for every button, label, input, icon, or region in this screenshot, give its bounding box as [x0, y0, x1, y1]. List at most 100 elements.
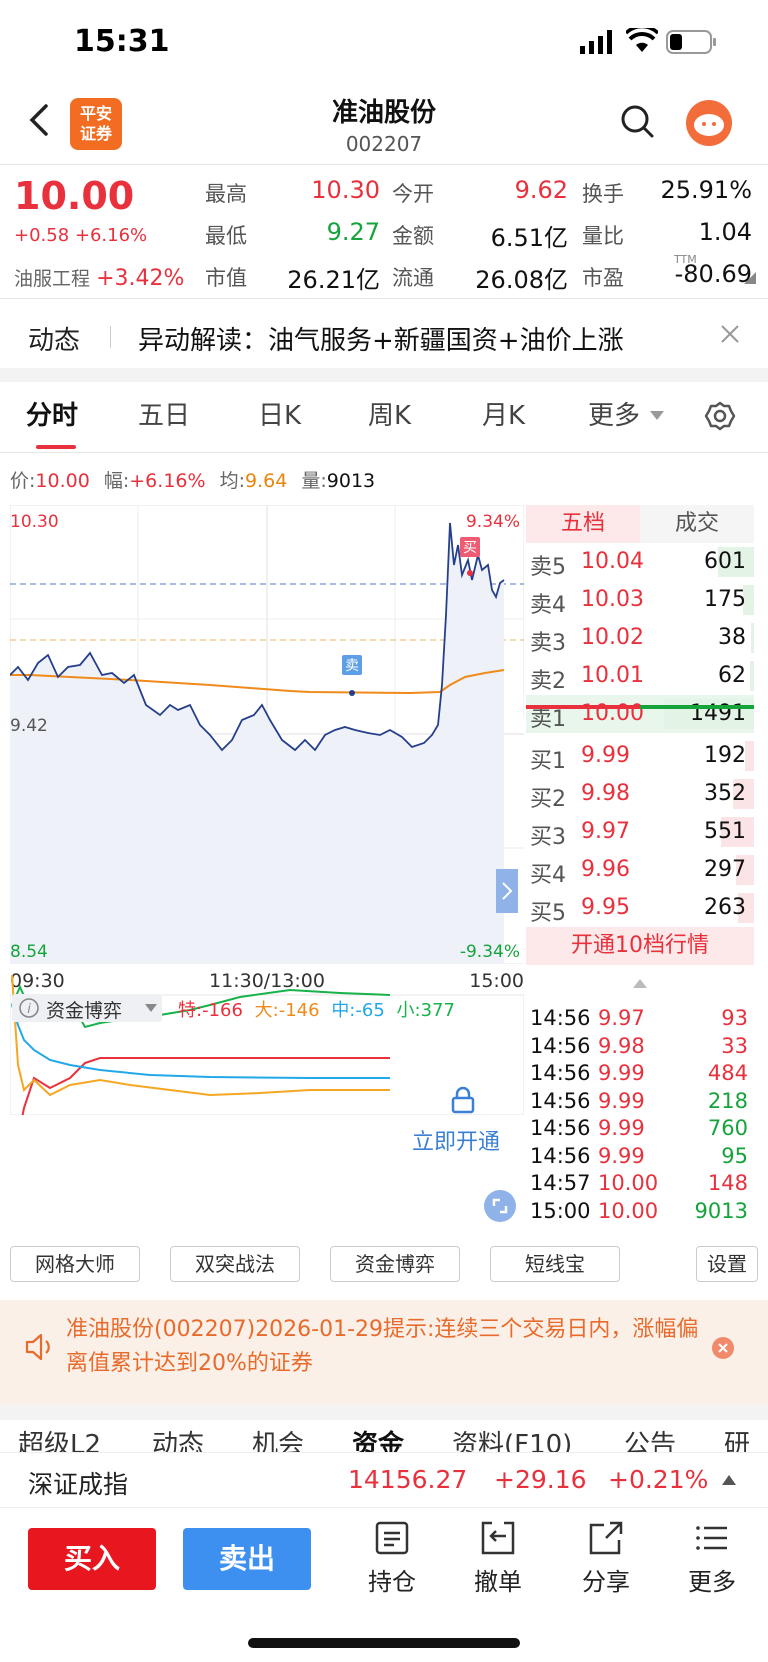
expand-up-icon[interactable]: [722, 1475, 736, 1485]
trade-tick-row: 14:56 9.99 218: [526, 1089, 754, 1118]
ask-bid-divider-red: [526, 705, 640, 709]
trade-tick-row: 14:56 9.97 93: [526, 1006, 754, 1035]
ask-row[interactable]: 卖3 10.02 38: [526, 619, 754, 657]
more-button[interactable]: 更多: [672, 1520, 752, 1597]
news-text: 异动解读：油气服务+新疆国资+油价上涨: [138, 326, 624, 356]
sell-button[interactable]: 卖出: [183, 1528, 311, 1590]
chart-mid-label: 9.42: [10, 716, 48, 736]
industry-row[interactable]: 油服工程 +3.42%: [14, 264, 184, 291]
assistant-avatar[interactable]: [686, 100, 732, 146]
kline-tab-3[interactable]: 周K: [368, 395, 411, 432]
sell-marker-label: 卖: [345, 658, 359, 674]
volume-bar: [750, 661, 754, 691]
settings-gear-icon[interactable]: [704, 400, 736, 432]
tick-price: 9.97: [598, 1006, 645, 1030]
collapse-up-icon[interactable]: [633, 979, 647, 989]
tool-button-1[interactable]: 双突战法: [170, 1246, 300, 1282]
share-icon: [589, 1521, 623, 1555]
search-icon[interactable]: [620, 104, 654, 138]
legend-te: 特:-166: [178, 1000, 243, 1021]
trade-tick-row: 14:56 9.98 33: [526, 1034, 754, 1063]
fund-game-selector[interactable]: i 资金博弈: [12, 994, 162, 1022]
stock-code: 002207: [345, 132, 423, 156]
tool-button-0[interactable]: 网格大师: [10, 1246, 140, 1282]
back-icon[interactable]: [20, 100, 60, 140]
share-button[interactable]: 分享: [566, 1520, 646, 1597]
time-end: 15:00: [469, 970, 524, 992]
kline-tab-2[interactable]: 日K: [258, 395, 301, 432]
tool-button-4[interactable]: 设置: [696, 1246, 758, 1282]
cancel-order-button[interactable]: 撤单: [458, 1520, 538, 1597]
fullscreen-icon[interactable]: [484, 1190, 516, 1222]
bid-row[interactable]: 买1 9.99 192: [526, 737, 754, 775]
price-change: +0.58 +6.16%: [14, 225, 148, 246]
quote-label: 市盈: [582, 266, 624, 290]
tab-trades[interactable]: 成交: [640, 505, 754, 543]
unlock-button[interactable]: 立即开通: [412, 1124, 500, 1156]
tick-volume: 93: [721, 1006, 748, 1030]
fund-game-legend: 特:-166 大:-146 中:-65 小:377: [178, 996, 455, 1022]
kline-tab-4[interactable]: 月K: [482, 395, 525, 432]
tick-time: 14:56: [530, 1088, 591, 1113]
tab-five-levels[interactable]: 五档: [526, 505, 640, 543]
index-bar[interactable]: 深证成指 14156.27 +29.16 +0.21%: [0, 1452, 768, 1508]
order-vol: 263: [704, 895, 746, 920]
ask-row[interactable]: 卖5 10.04 601: [526, 543, 754, 581]
kline-tab-0[interactable]: 分时: [26, 395, 78, 432]
volume-bar: [751, 623, 754, 653]
tick-volume: 9013: [694, 1198, 748, 1223]
order-price: 9.97: [581, 819, 630, 844]
index-value: 14156.27: [348, 1465, 468, 1494]
quote-label: 今开: [392, 182, 434, 206]
volume-bar: [745, 741, 754, 771]
tick-volume: 218: [707, 1088, 748, 1113]
info-avg: 9.64: [245, 470, 288, 492]
news-bar[interactable]: 动态 异动解读：油气服务+新疆国资+油价上涨: [0, 300, 768, 368]
tick-time: 14:56: [530, 1061, 591, 1085]
speaker-icon: [25, 1333, 50, 1361]
quote-label: 金额: [392, 224, 434, 248]
kline-tab-1[interactable]: 五日: [138, 395, 190, 432]
intraday-chart[interactable]: 买 卖 10.30 9.42 8.54 9.34% -9.34% 09:30 1…: [10, 505, 524, 1115]
bid-row[interactable]: 买3 9.97 551: [526, 813, 754, 851]
quote-value: 25.91%: [660, 176, 752, 204]
order-price: 9.95: [581, 895, 630, 920]
hold-button[interactable]: 持仓: [352, 1520, 432, 1597]
industry-name: 油服工程: [14, 268, 91, 290]
tool-button-2[interactable]: 资金博弈: [330, 1246, 460, 1282]
battery-icon: [666, 30, 716, 54]
order-vol: 62: [718, 663, 746, 688]
logo-line2: 证券: [79, 124, 112, 143]
chart-high-pct: 9.34%: [466, 512, 520, 532]
corner-triangle-icon: [744, 272, 756, 284]
tool-button-3[interactable]: 短线宝: [490, 1246, 620, 1282]
dropdown-icon: [145, 1004, 157, 1012]
tick-volume: 148: [707, 1171, 748, 1195]
order-label: 买5: [530, 901, 566, 926]
bid-row[interactable]: 买4 9.96 297: [526, 851, 754, 889]
buy-button[interactable]: 买入: [28, 1528, 156, 1590]
legend-zhong: 中:-65: [331, 1000, 385, 1021]
ask-row[interactable]: 卖1 10.00 1491: [526, 695, 754, 733]
bid-row[interactable]: 买2 9.98 352: [526, 775, 754, 813]
order-vol: 192: [704, 743, 746, 768]
ask-row[interactable]: 卖2 10.01 62: [526, 657, 754, 695]
ask-bid-divider-green: [640, 705, 754, 709]
bid-row[interactable]: 买5 9.95 263: [526, 889, 754, 927]
stock-name: 准油股份: [331, 98, 436, 128]
info-amp: +6.16%: [129, 470, 206, 492]
open-10-levels-button[interactable]: 开通10档行情: [526, 927, 754, 965]
expand-arrow[interactable]: [496, 869, 518, 913]
cancel-label: 撤单: [474, 1568, 522, 1596]
quote-label: 量比: [582, 224, 624, 248]
order-price: 10.01: [581, 663, 644, 688]
lock-icon: [451, 1086, 475, 1114]
ask-row[interactable]: 卖4 10.03 175: [526, 581, 754, 619]
more-label: 更多: [688, 1568, 736, 1596]
order-price: 10.03: [581, 587, 644, 612]
quote-value: 26.21亿: [287, 266, 380, 294]
share-label: 分享: [582, 1568, 630, 1596]
kline-tab-5[interactable]: 更多: [588, 395, 640, 432]
close-icon[interactable]: [720, 324, 740, 344]
notice-close-icon[interactable]: [712, 1337, 734, 1359]
